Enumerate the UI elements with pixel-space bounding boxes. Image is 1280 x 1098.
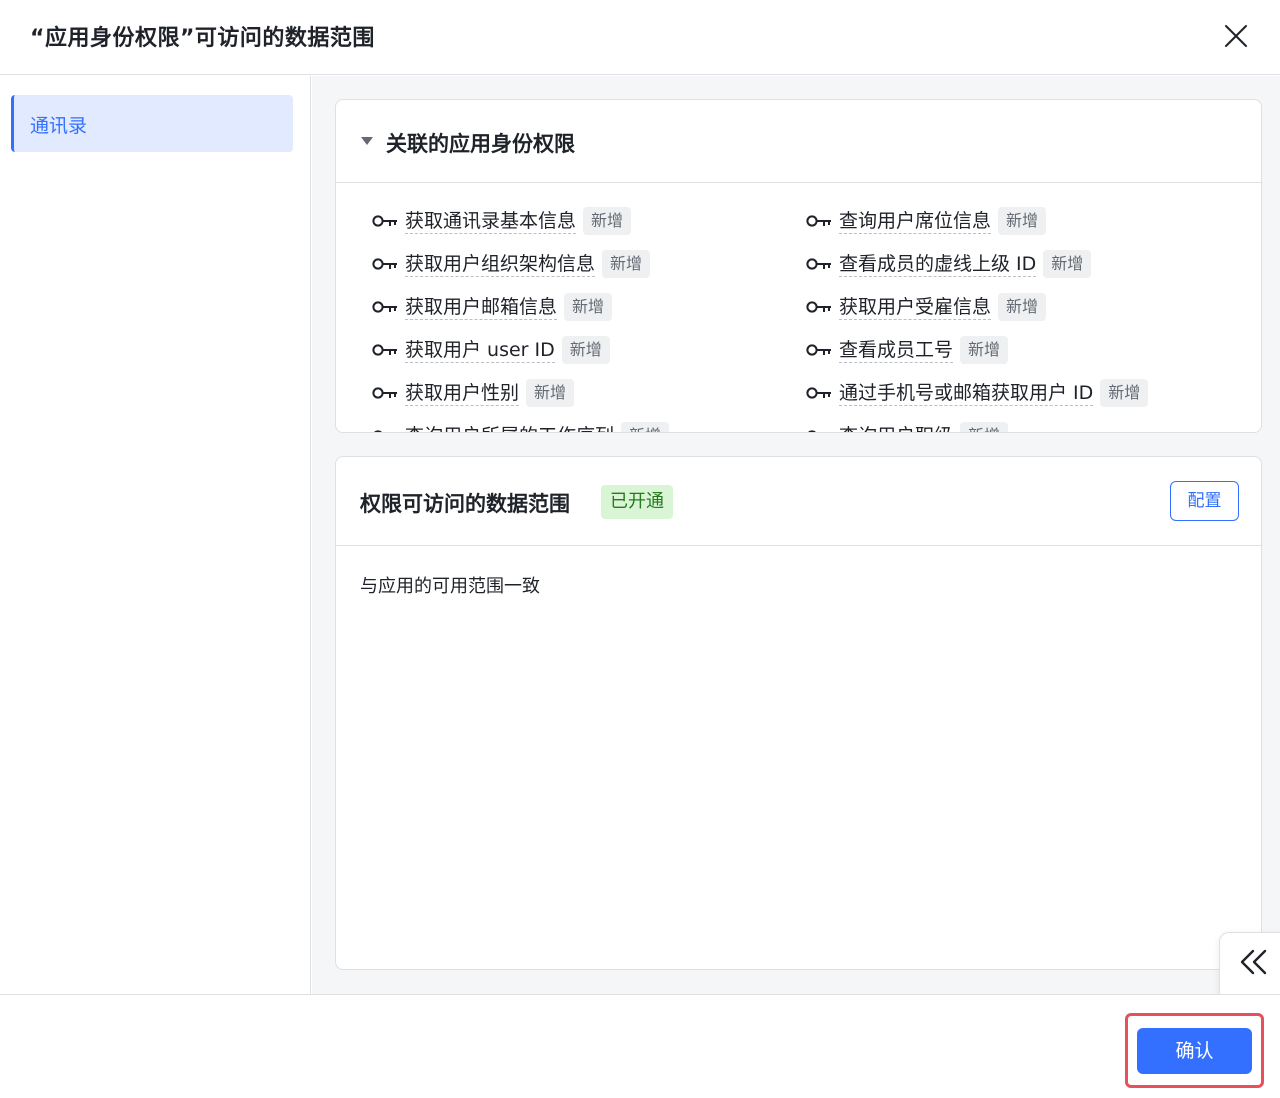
new-tag: 新增 [1043,250,1092,278]
permissions-card-header: 关联的应用身份权限 [336,100,1261,183]
key-icon [806,257,832,271]
permission-item[interactable]: 获取用户组织架构信息 新增 [372,249,651,279]
permissions-card: 关联的应用身份权限 获取通讯录基本信息 新增 查询用户席位信息 新增 获取用户组织架构信… [335,99,1262,433]
sidebar: 通讯录 [0,76,311,994]
new-tag: 新增 [561,336,610,364]
new-tag: 新增 [998,207,1047,235]
new-tag: 新增 [583,207,632,235]
permission-label[interactable]: 获取用户受雇信息 [839,295,992,320]
scope-description: 与应用的可用范围一致 [360,576,540,597]
key-icon [806,343,832,357]
permission-label[interactable]: 查看成员的虚线上级 ID [839,252,1037,277]
new-tag: 新增 [526,379,575,407]
config-button[interactable]: 配置 [1170,481,1239,521]
permission-item[interactable]: 通过手机号或邮箱获取用户 ID 新增 [806,378,1149,408]
new-tag: 新增 [602,250,651,278]
dialog-header: “应用身份权限”可访问的数据范围 [0,0,1280,75]
permission-item[interactable]: 查询用户席位信息 新增 [806,206,1047,236]
permission-label[interactable]: 查询用户所属的工作序列 [405,424,614,433]
key-icon [372,343,398,357]
key-icon [806,300,832,314]
key-icon [372,257,398,271]
permission-list[interactable]: 获取通讯录基本信息 新增 查询用户席位信息 新增 获取用户组织架构信息 新增 查看成员的虚线… [336,184,1261,433]
permission-label[interactable]: 获取用户性别 [405,381,520,406]
permission-label[interactable]: 查询用户职级 [839,424,953,433]
dialog-footer [0,994,1280,1098]
data-scope-card-header: 权限可访问的数据范围 已开通 配置 [336,457,1261,546]
permission-item[interactable]: 获取通讯录基本信息 新增 [372,206,632,236]
sidebar-item-label: 通讯录 [30,115,88,137]
permission-label[interactable]: 通过手机号或邮箱获取用户 ID [839,381,1094,406]
key-icon [806,429,832,432]
status-badge: 已开通 [601,485,673,519]
permission-label[interactable]: 获取用户邮箱信息 [405,295,558,320]
key-icon [372,429,398,432]
close-button[interactable] [1220,20,1252,52]
new-tag: 新增 [621,422,670,432]
key-icon [372,386,398,400]
dialog-title: “应用身份权限”可访问的数据范围 [30,26,375,51]
data-scope-card: 权限可访问的数据范围 已开通 配置 与应用的可用范围一致 [335,456,1262,970]
permission-label[interactable]: 查询用户席位信息 [839,209,992,234]
permission-item[interactable]: 查看成员工号 新增 [806,335,1009,365]
key-icon [372,214,398,228]
permission-label[interactable]: 查看成员工号 [839,338,954,363]
double-chevron-left-icon [1240,949,1267,975]
confirm-button[interactable]: 确认 [1137,1028,1252,1074]
permission-label[interactable]: 获取用户 user ID [405,338,555,363]
permission-item[interactable]: 查看成员的虚线上级 ID 新增 [806,249,1092,279]
permission-item[interactable]: 获取用户 user ID 新增 [372,335,610,365]
content-area: 关联的应用身份权限 获取通讯录基本信息 新增 查询用户席位信息 新增 获取用户组织架构信… [312,76,1280,994]
data-scope-title: 权限可访问的数据范围 [360,492,570,516]
permission-item[interactable]: 查询用户所属的工作序列新增 [372,421,670,433]
new-tag: 新增 [1100,379,1149,407]
permissions-title: 关联的应用身份权限 [386,132,575,156]
permission-item[interactable]: 查询用户职级新增 [806,421,1009,433]
permission-item[interactable]: 获取用户受雇信息 新增 [806,292,1047,322]
key-icon [806,386,832,400]
permission-item[interactable]: 获取用户性别 新增 [372,378,575,408]
permission-label[interactable]: 获取用户组织架构信息 [405,252,596,277]
key-icon [806,214,832,228]
new-tag: 新增 [960,336,1009,364]
sidebar-item-contacts[interactable]: 通讯录 [11,95,293,152]
permission-label[interactable]: 获取通讯录基本信息 [405,209,577,234]
new-tag: 新增 [960,422,1009,432]
permission-item[interactable]: 获取用户邮箱信息 新增 [372,292,613,322]
triangle-down-icon[interactable] [360,135,374,147]
key-icon [372,300,398,314]
new-tag: 新增 [998,293,1047,321]
close-icon [1225,25,1247,47]
new-tag: 新增 [564,293,613,321]
